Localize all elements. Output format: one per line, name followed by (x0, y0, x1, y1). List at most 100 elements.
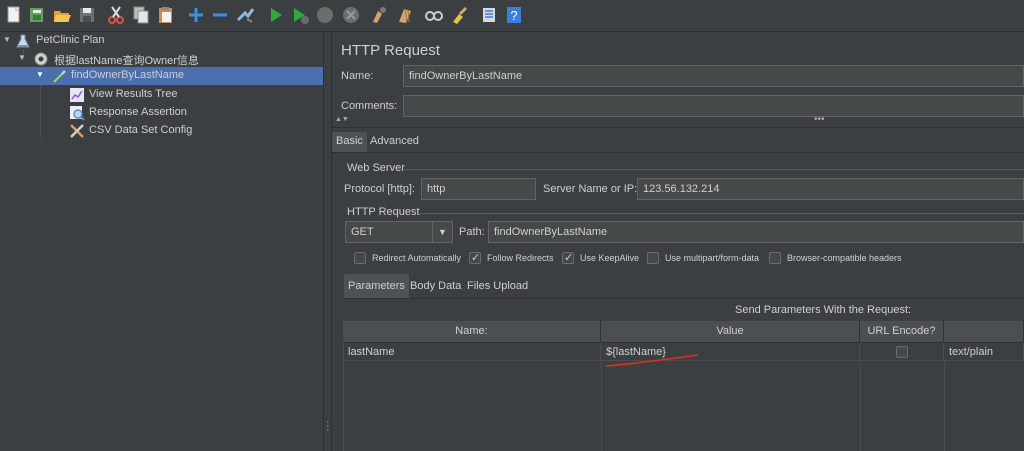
new-icon[interactable] (4, 5, 24, 25)
tree-item-label: Response Assertion (89, 106, 187, 118)
check-icon: ✓ (471, 252, 481, 264)
table-column-line (860, 361, 861, 451)
expand-arrow-icon[interactable]: ▼ (3, 35, 12, 44)
group-divider (420, 213, 1024, 214)
tree-item-csv-data-set-config[interactable]: CSV Data Set Config (0, 122, 323, 140)
http-request-panel: HTTP Request Name: findOwnerByLastName C… (332, 32, 1024, 451)
tree-item-label: 根据lastName查询Owner信息 (54, 55, 199, 67)
column-header-content-type[interactable] (944, 321, 1024, 343)
paste-icon[interactable] (156, 5, 176, 25)
follow-redirects-checkbox[interactable]: ✓ (469, 252, 481, 264)
tree-item-thread-group[interactable]: ▼ 根据lastName查询Owner信息 (0, 50, 323, 68)
checkbox-label: Redirect Automatically (372, 253, 462, 263)
path-field[interactable]: findOwnerByLastName (488, 221, 1024, 243)
tree-item-label: CSV Data Set Config (89, 124, 193, 136)
toggle-icon[interactable] (235, 5, 255, 25)
tree-item-http-sampler[interactable]: ▼ findOwnerByLastName (0, 67, 323, 85)
pipette-icon (52, 68, 68, 84)
toolbar: ? (0, 0, 1024, 32)
browser-compatible-headers-checkbox[interactable] (769, 252, 781, 264)
redirect-automatically-checkbox[interactable] (354, 252, 366, 264)
templates-icon[interactable] (27, 5, 47, 25)
tab-body-data[interactable]: Body Data (406, 274, 465, 299)
expand-icon[interactable] (186, 5, 206, 25)
use-multipart-checkbox[interactable] (647, 252, 659, 264)
group-divider (404, 169, 1024, 170)
annotation-underline (605, 354, 699, 367)
checkbox-label: Use KeepAlive (580, 253, 640, 263)
clear-icon[interactable] (370, 5, 390, 25)
method-select[interactable]: GET ▼ (345, 221, 453, 243)
page-title: HTTP Request (341, 42, 440, 59)
reset-search-icon[interactable] (449, 5, 469, 25)
send-params-label: Send Parameters With the Request: (735, 304, 912, 316)
request-tabs: Basic Advanced (332, 129, 1024, 153)
cell-param-name[interactable]: lastName (343, 343, 601, 361)
expand-arrow-icon[interactable]: ▼ (36, 70, 45, 79)
magnifier-icon (69, 105, 85, 121)
splitter-grip-icon[interactable]: · · · (326, 417, 330, 436)
expand-arrow-icon[interactable]: ▼ (18, 53, 27, 62)
tree-item-label: PetClinic Plan (36, 34, 105, 46)
cut-icon[interactable] (106, 5, 126, 25)
protocol-field[interactable]: http (421, 178, 536, 200)
name-field[interactable]: findOwnerByLastName (403, 65, 1024, 87)
panel-splitter[interactable]: · · · (323, 32, 332, 451)
tools-icon (69, 123, 85, 139)
checkbox-label: Browser-compatible headers (787, 253, 902, 263)
chevron-down-icon[interactable]: ▼ (432, 222, 452, 242)
url-encode-checkbox[interactable] (896, 346, 908, 358)
tab-advanced[interactable]: Advanced (366, 132, 423, 152)
column-header-name[interactable]: Name: (343, 321, 601, 343)
tree-item-response-assertion[interactable]: Response Assertion (0, 104, 323, 122)
test-plan-tree: ▼ PetClinic Plan ▼ 根据lastName查询Owner信息 ▼… (0, 32, 323, 451)
help-icon[interactable]: ? (504, 5, 524, 25)
tree-item-label: findOwnerByLastName (71, 69, 185, 81)
tree-item-view-results-tree[interactable]: View Results Tree (0, 86, 323, 104)
stop-icon[interactable] (315, 5, 335, 25)
copy-icon[interactable] (131, 5, 151, 25)
tree-item-test-plan[interactable]: ▼ PetClinic Plan (0, 32, 323, 50)
function-helper-icon[interactable] (479, 5, 499, 25)
column-header-value[interactable]: Value (601, 321, 860, 343)
collapse-arrows-icon[interactable]: ▲▼ (335, 116, 349, 123)
cell-content-type[interactable]: text/plain (944, 343, 1024, 361)
start-no-pauses-icon[interactable] (290, 5, 310, 25)
cell-url-encode[interactable] (860, 343, 944, 361)
table-column-line (601, 361, 602, 451)
save-icon[interactable] (77, 5, 97, 25)
search-icon[interactable] (424, 5, 444, 25)
svg-text:?: ? (510, 8, 517, 23)
collapse-icon[interactable] (210, 5, 230, 25)
comments-label: Comments: (341, 100, 398, 112)
tab-files-upload[interactable]: Files Upload (463, 274, 532, 299)
name-label: Name: (341, 70, 374, 82)
tab-divider (344, 298, 1024, 299)
tab-parameters[interactable]: Parameters (344, 274, 409, 299)
gear-icon (33, 51, 49, 67)
http-request-title: HTTP Request (347, 206, 420, 218)
web-server-title: Web Server (347, 162, 405, 174)
table-column-line (944, 361, 945, 451)
use-keepalive-checkbox[interactable]: ✓ (562, 252, 574, 264)
shutdown-icon[interactable] (341, 5, 361, 25)
table-border (343, 343, 344, 451)
column-header-url-encode[interactable]: URL Encode? (860, 321, 944, 343)
method-value: GET (351, 226, 374, 238)
check-icon: ✓ (564, 252, 574, 264)
comments-field[interactable] (403, 95, 1024, 117)
checkbox-label: Follow Redirects (487, 253, 554, 263)
divider-bar[interactable]: ▲▼ ••• (332, 114, 1024, 128)
protocol-label: Protocol [http]: (344, 183, 415, 195)
clear-all-icon[interactable] (396, 5, 416, 25)
server-label: Server Name or IP: (543, 183, 638, 195)
tab-basic[interactable]: Basic (332, 132, 367, 152)
tree-item-label: View Results Tree (89, 88, 178, 100)
path-label: Path: (459, 226, 485, 238)
checkbox-label: Use multipart/form-data (665, 253, 760, 263)
start-icon[interactable] (266, 5, 286, 25)
drag-handle-icon[interactable]: ••• (814, 114, 825, 125)
flask-icon (15, 33, 31, 49)
server-field[interactable]: 123.56.132.214 (637, 178, 1024, 200)
open-icon[interactable] (52, 5, 72, 25)
